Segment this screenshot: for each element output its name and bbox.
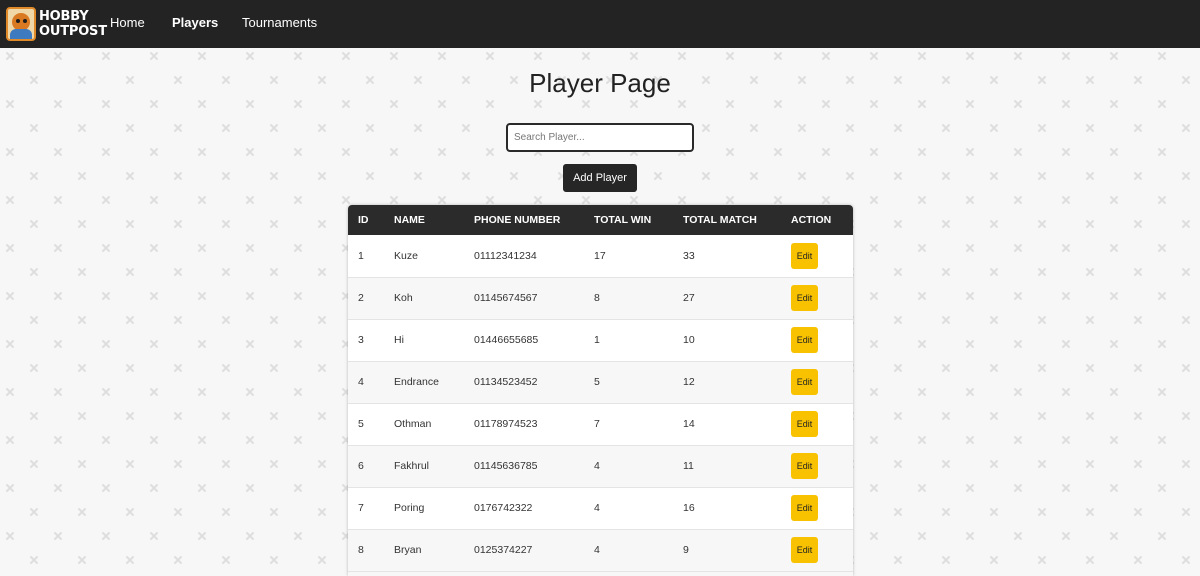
column-header-phone: PHONE NUMBER bbox=[474, 214, 561, 226]
cell-phone: 0125374227 bbox=[474, 544, 533, 556]
cell-phone: 0176742322 bbox=[474, 502, 533, 514]
column-header-total-win: TOTAL WIN bbox=[594, 214, 652, 226]
table-row: 5 Othman 01178974523 7 14 Edit bbox=[348, 403, 853, 445]
edit-button[interactable]: Edit bbox=[791, 495, 818, 521]
players-table: ID NAME PHONE NUMBER TOTAL WIN TOTAL MAT… bbox=[348, 205, 853, 572]
cell-total-match: 16 bbox=[683, 502, 695, 514]
edit-button[interactable]: Edit bbox=[791, 411, 818, 437]
table-row: 1 Kuze 01112341234 17 33 Edit bbox=[348, 235, 853, 277]
cell-action: Edit bbox=[781, 487, 853, 529]
edit-button[interactable]: Edit bbox=[791, 369, 818, 395]
cell-name: Koh bbox=[394, 292, 413, 304]
cell-action: Edit bbox=[781, 403, 853, 445]
cell-total-match: 11 bbox=[683, 460, 694, 472]
cell-total-win: 4 bbox=[594, 544, 600, 556]
table-row: 4 Endrance 01134523452 5 12 Edit bbox=[348, 361, 853, 403]
cell-id: 3 bbox=[358, 334, 364, 346]
logo-text: HOBBY OUTPOST bbox=[39, 9, 107, 39]
table-row: 8 Bryan 0125374227 4 9 Edit bbox=[348, 529, 853, 571]
nav-link-tournaments[interactable]: Tournaments bbox=[242, 15, 317, 30]
column-header-action: ACTION bbox=[791, 214, 832, 226]
cell-total-match: 14 bbox=[683, 418, 695, 430]
cell-phone: 01134523452 bbox=[474, 376, 538, 388]
cell-total-win: 17 bbox=[594, 249, 606, 262]
cell-total-match: 12 bbox=[683, 376, 695, 388]
top-navbar: HOBBY OUTPOST Home Players Tournaments bbox=[0, 0, 1200, 48]
cell-action: Edit bbox=[781, 445, 853, 487]
cell-action: Edit bbox=[781, 319, 853, 361]
cell-phone: 01145636785 bbox=[474, 460, 538, 472]
edit-button[interactable]: Edit bbox=[791, 453, 818, 479]
edit-button[interactable]: Edit bbox=[791, 285, 818, 311]
search-player-input[interactable] bbox=[506, 123, 694, 152]
cell-id: 5 bbox=[358, 418, 364, 430]
cell-id: 7 bbox=[358, 502, 364, 514]
table-row: 3 Hi 01446655685 1 10 Edit bbox=[348, 319, 853, 361]
cell-total-match: 33 bbox=[683, 249, 695, 262]
cell-name: Endrance bbox=[394, 376, 439, 388]
column-header-total-match: TOTAL MATCH bbox=[683, 214, 757, 226]
table-row: 7 Poring 0176742322 4 16 Edit bbox=[348, 487, 853, 529]
mascot-logo-icon bbox=[6, 7, 36, 41]
column-header-name: NAME bbox=[394, 214, 425, 226]
cell-action: Edit bbox=[781, 361, 853, 403]
edit-button[interactable]: Edit bbox=[791, 242, 818, 269]
cell-total-match: 27 bbox=[683, 292, 695, 304]
cell-name: Bryan bbox=[394, 544, 422, 556]
table-row: 6 Fakhrul 01145636785 4 11 Edit bbox=[348, 445, 853, 487]
cell-id: 8 bbox=[358, 544, 364, 556]
cell-total-win: 1 bbox=[594, 334, 600, 346]
table-header-row: ID NAME PHONE NUMBER TOTAL WIN TOTAL MAT… bbox=[348, 205, 853, 235]
logo-text-line2: OUTPOST bbox=[39, 24, 107, 39]
cell-action: Edit bbox=[781, 529, 853, 571]
hobby-outpost-logo[interactable]: HOBBY OUTPOST bbox=[6, 6, 107, 42]
cell-id: 6 bbox=[358, 460, 364, 472]
nav-link-home[interactable]: Home bbox=[110, 15, 145, 30]
logo-text-line1: HOBBY bbox=[39, 9, 89, 24]
cell-total-win: 8 bbox=[594, 292, 600, 304]
edit-button[interactable]: Edit bbox=[791, 327, 818, 353]
cell-phone: 01112341234 bbox=[474, 249, 537, 262]
cell-id: 2 bbox=[358, 292, 364, 304]
cell-name: Othman bbox=[394, 418, 432, 430]
cell-id: 1 bbox=[358, 249, 364, 262]
table-row: 2 Koh 01145674567 8 27 Edit bbox=[348, 277, 853, 319]
cell-phone: 01178974523 bbox=[474, 418, 538, 430]
add-player-button[interactable]: Add Player bbox=[563, 164, 637, 192]
column-header-id: ID bbox=[358, 214, 369, 226]
edit-button[interactable]: Edit bbox=[791, 537, 818, 563]
page-title: Player Page bbox=[529, 68, 671, 98]
cell-total-win: 4 bbox=[594, 460, 600, 472]
cell-action: Edit bbox=[781, 277, 853, 319]
cell-name: Hi bbox=[394, 334, 404, 346]
cell-total-match: 10 bbox=[683, 334, 695, 346]
cell-phone: 01446655685 bbox=[474, 334, 539, 346]
cell-total-win: 5 bbox=[594, 376, 600, 388]
cell-id: 4 bbox=[358, 376, 364, 388]
cell-total-win: 7 bbox=[594, 418, 600, 430]
cell-total-win: 4 bbox=[594, 502, 600, 514]
cell-total-match: 9 bbox=[683, 544, 689, 556]
cell-name: Poring bbox=[394, 502, 425, 514]
cell-phone: 01145674567 bbox=[474, 292, 538, 304]
cell-action: Edit bbox=[781, 235, 853, 277]
cell-name: Fakhrul bbox=[394, 460, 430, 472]
nav-link-players[interactable]: Players bbox=[172, 15, 218, 30]
cell-name: Kuze bbox=[394, 249, 418, 262]
players-table-container: ID NAME PHONE NUMBER TOTAL WIN TOTAL MAT… bbox=[348, 205, 853, 576]
